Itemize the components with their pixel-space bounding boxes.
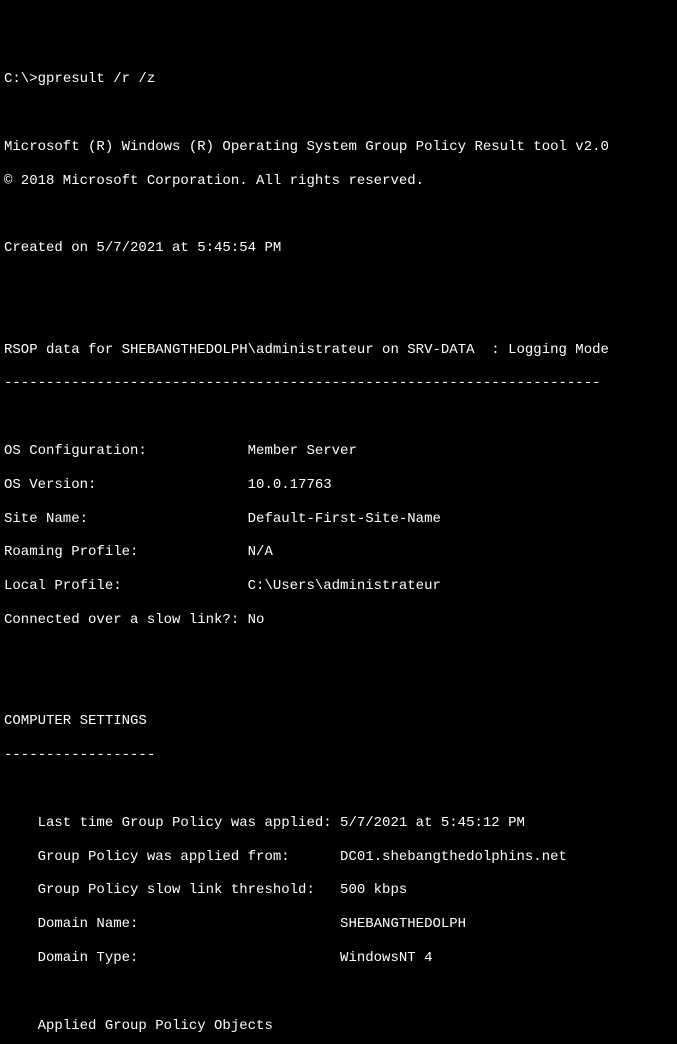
blank-line: [4, 206, 673, 223]
blank-line: [4, 680, 673, 697]
applied-from-line: Group Policy was applied from: DC01.sheb…: [4, 849, 673, 866]
blank-line: [4, 308, 673, 325]
last-applied-line: Last time Group Policy was applied: 5/7/…: [4, 815, 673, 832]
blank-line: [4, 984, 673, 1001]
copyright-line: © 2018 Microsoft Corporation. All rights…: [4, 173, 673, 190]
divider-line: ----------------------------------------…: [4, 375, 673, 392]
rsop-header: RSOP data for SHEBANGTHEDOLPH\administra…: [4, 342, 673, 359]
slow-threshold-line: Group Policy slow link threshold: 500 kb…: [4, 882, 673, 899]
divider-line: ------------------: [4, 747, 673, 764]
created-on-line: Created on ‎5/‎7/‎2021 at 5:45:54 PM: [4, 240, 673, 257]
command-text: gpresult /r /z: [38, 71, 156, 87]
local-profile-line: Local Profile: C:\Users\administrateur: [4, 578, 673, 595]
applied-gpo-header: Applied Group Policy Objects: [4, 1018, 673, 1035]
command-line: C:\>gpresult /r /z: [4, 71, 673, 88]
tool-header: Microsoft (R) Windows (R) Operating Syst…: [4, 139, 673, 156]
blank-line: [4, 781, 673, 798]
os-version-line: OS Version: 10.0.17763: [4, 477, 673, 494]
blank-line: [4, 274, 673, 291]
blank-line: [4, 646, 673, 663]
roaming-profile-line: Roaming Profile: N/A: [4, 544, 673, 561]
blank-line: [4, 409, 673, 426]
domain-name-line: Domain Name: SHEBANGTHEDOLPH: [4, 916, 673, 933]
blank-line: [4, 105, 673, 122]
os-config-line: OS Configuration: Member Server: [4, 443, 673, 460]
domain-type-line: Domain Type: WindowsNT 4: [4, 950, 673, 967]
computer-settings-header: COMPUTER SETTINGS: [4, 713, 673, 730]
prompt: C:\>: [4, 71, 38, 87]
site-name-line: Site Name: Default-First-Site-Name: [4, 511, 673, 528]
slow-link-line: Connected over a slow link?: No: [4, 612, 673, 629]
